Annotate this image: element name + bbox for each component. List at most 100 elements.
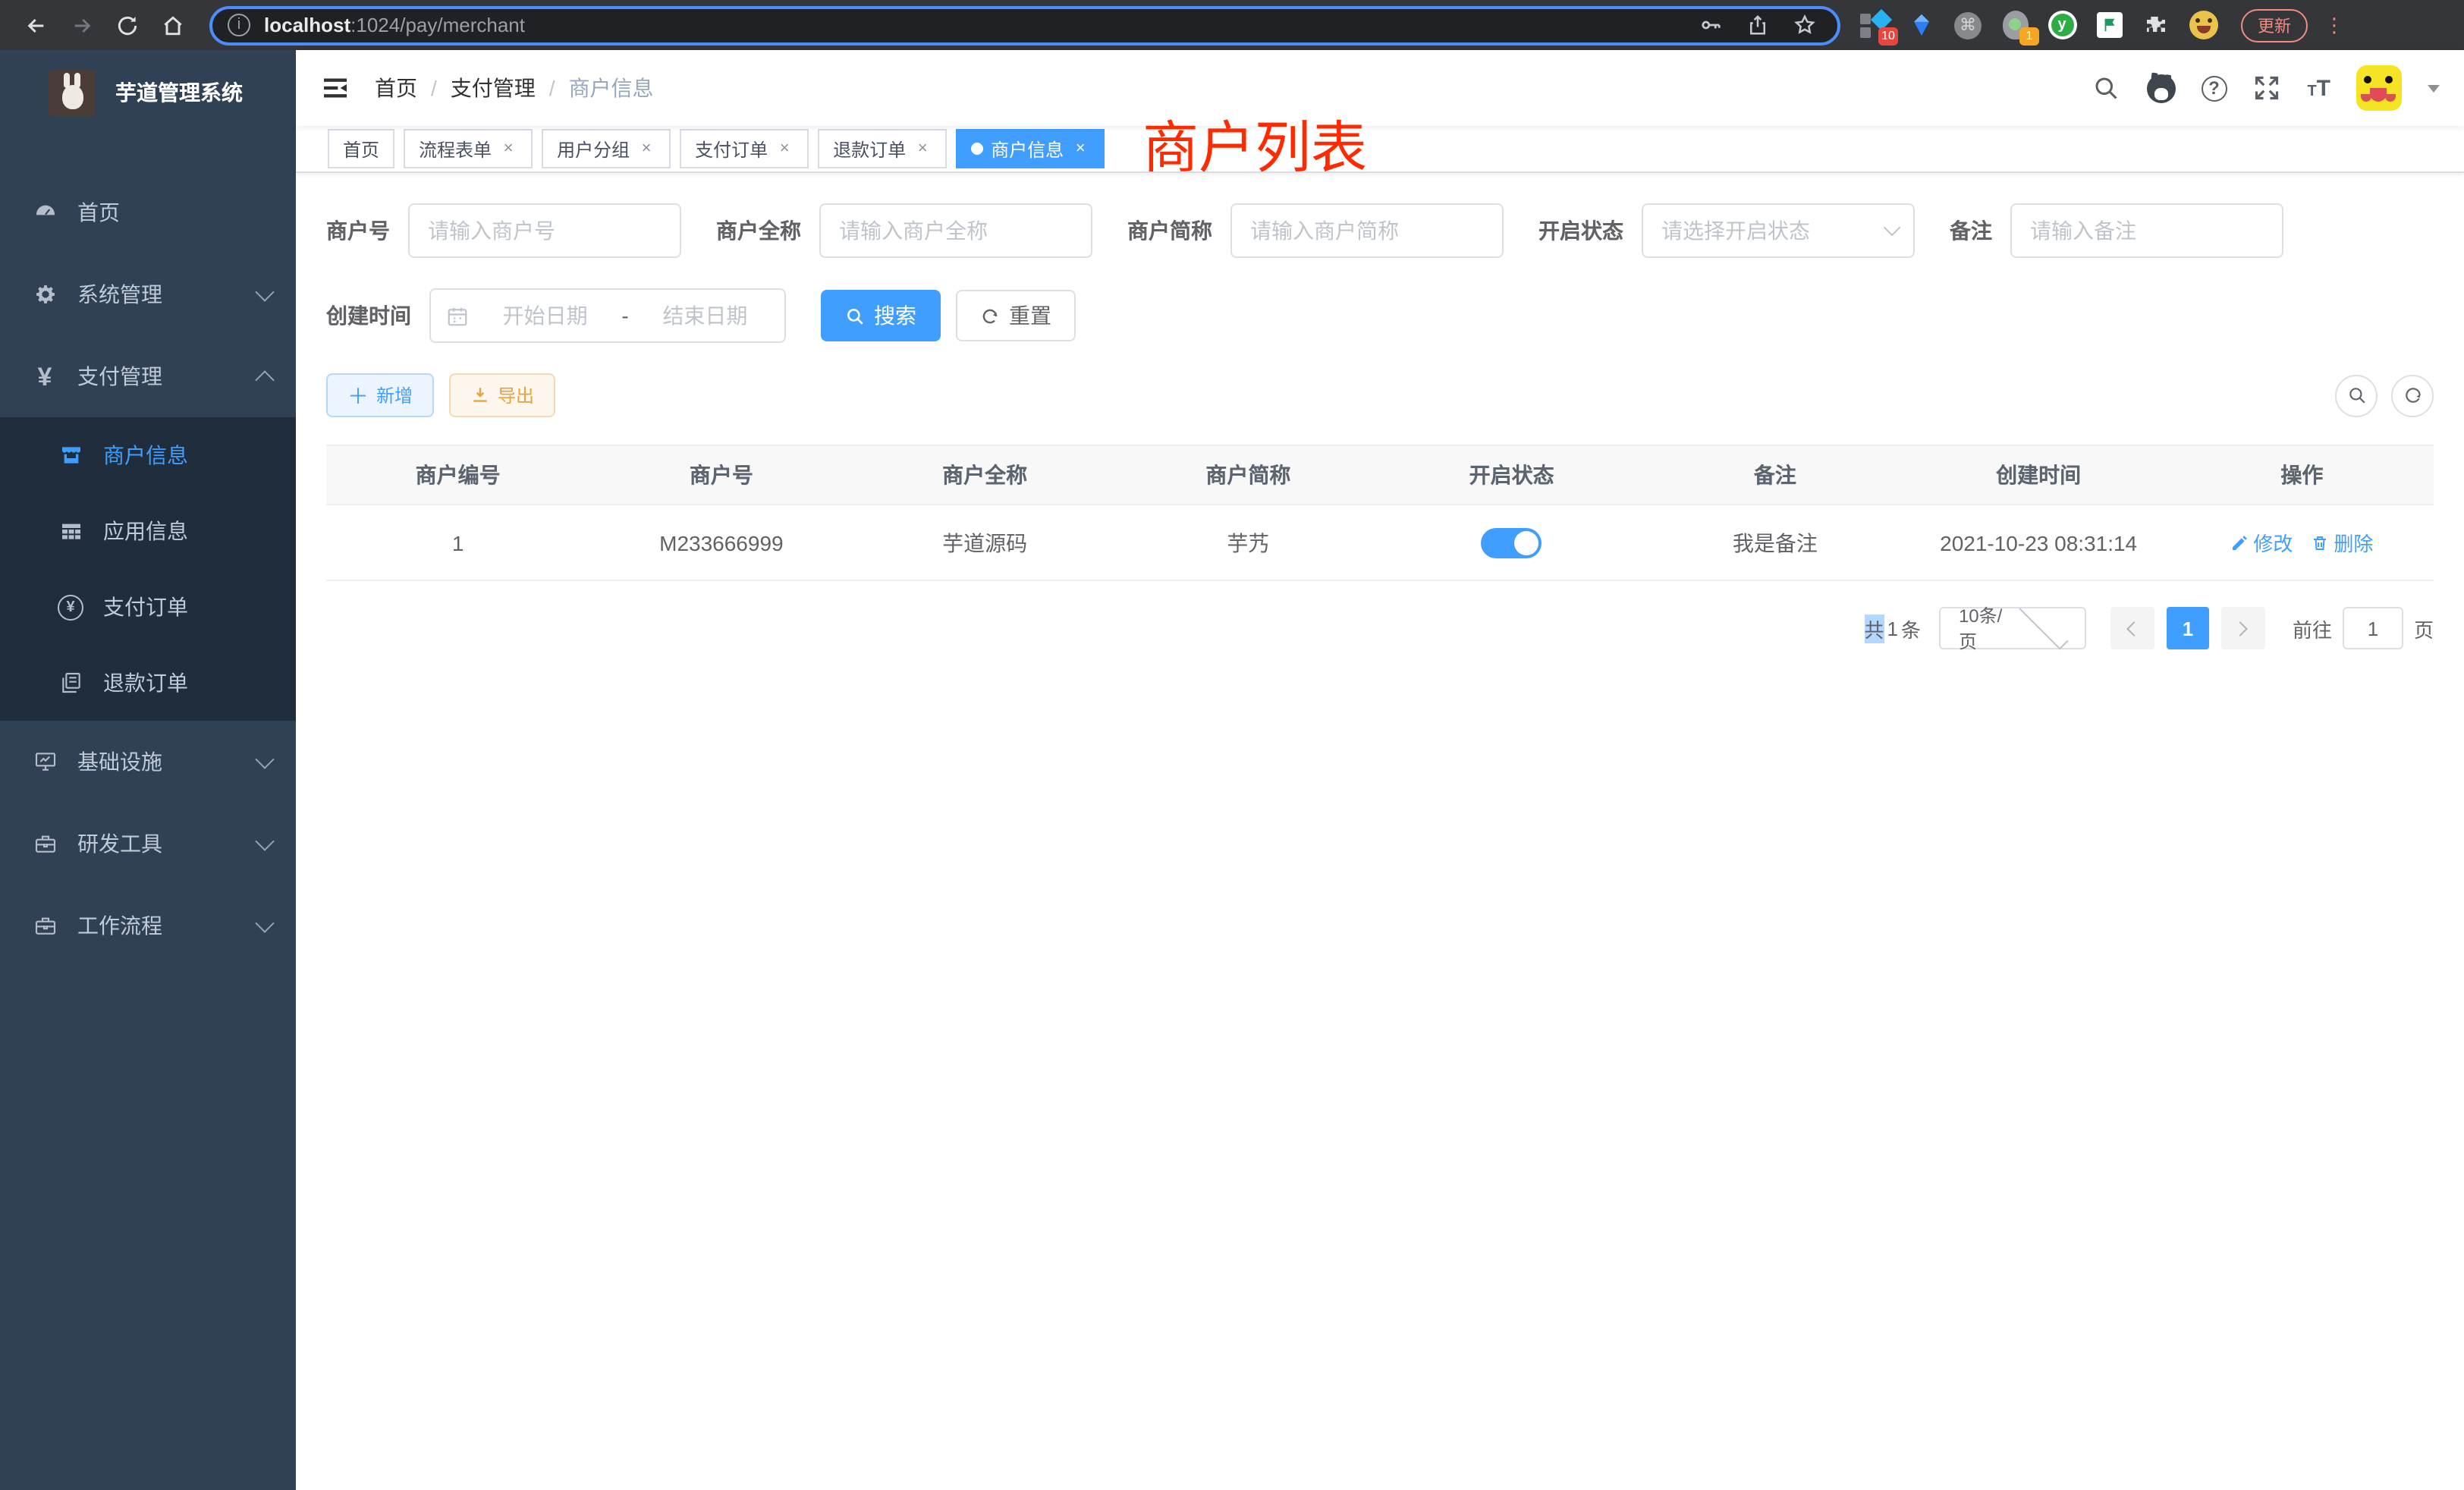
- font-size-icon[interactable]: TT: [2307, 77, 2330, 99]
- fullscreen-icon[interactable]: [2252, 74, 2281, 102]
- yen-circle-icon: ¥: [58, 594, 83, 620]
- pagination-total: 共 1 条: [1864, 614, 1921, 643]
- tab-user-group[interactable]: 用户分组×: [542, 129, 671, 168]
- tab-refund-order[interactable]: 退款订单×: [818, 129, 947, 168]
- user-avatar[interactable]: [2356, 65, 2402, 111]
- hamburger-icon[interactable]: [320, 73, 350, 103]
- close-icon[interactable]: ×: [637, 140, 655, 158]
- filter-status: 开启状态 请选择开启状态: [1538, 203, 1915, 258]
- goto-page-input[interactable]: [2343, 607, 2403, 649]
- breadcrumb-home[interactable]: 首页: [375, 73, 417, 103]
- pagination-goto: 前往 页: [2293, 607, 2434, 649]
- trash-icon: [2311, 533, 2329, 552]
- extension-icon-2[interactable]: [1906, 10, 1936, 40]
- show-search-button[interactable]: [2335, 374, 2378, 417]
- status-select[interactable]: 请选择开启状态: [1642, 203, 1915, 258]
- calendar-icon: [446, 304, 469, 327]
- sidebar-item-pay-order[interactable]: ¥ 支付订单: [0, 569, 296, 645]
- sidebar-item-refund-order[interactable]: 退款订单: [0, 645, 296, 721]
- filter-full-name: 商户全称: [716, 203, 1092, 258]
- sidebar-item-merchant-info[interactable]: 商户信息: [0, 417, 296, 493]
- sidebar-item-home[interactable]: 首页: [0, 171, 296, 253]
- filter-row-2: 创建时间 开始日期 - 结束日期 搜索: [326, 288, 2434, 343]
- tab-pay-order[interactable]: 支付订单×: [680, 129, 809, 168]
- extension-icon-4[interactable]: 1: [2000, 10, 2030, 40]
- browser-menu-icon[interactable]: ⋮: [2324, 13, 2340, 37]
- export-button[interactable]: 导出: [449, 373, 555, 417]
- close-icon[interactable]: ×: [499, 140, 517, 158]
- omnibox-actions: [1699, 14, 1816, 36]
- browser-update-button[interactable]: 更新: [2241, 8, 2308, 42]
- page-size-select[interactable]: 10条/页: [1939, 607, 2086, 649]
- current-page[interactable]: 1: [2167, 607, 2209, 649]
- extension-icon-3[interactable]: ⌘: [1953, 10, 1983, 40]
- extension-icon-5[interactable]: y: [2047, 10, 2077, 40]
- date-range-picker[interactable]: 开始日期 - 结束日期: [429, 288, 786, 343]
- app-logo: [49, 69, 96, 116]
- extension-icon-6[interactable]: [2094, 10, 2124, 40]
- extension-icon-1[interactable]: 10: [1859, 10, 1889, 40]
- address-bar[interactable]: i localhost:1024/pay/merchant: [209, 5, 1840, 45]
- remark-input[interactable]: [2010, 203, 2283, 258]
- table-tools: [2335, 374, 2434, 417]
- add-button[interactable]: ＋ 新增: [326, 373, 434, 417]
- merchant-no-input[interactable]: [408, 203, 681, 258]
- breadcrumb-current: 商户信息: [569, 73, 654, 103]
- annotation-title: 商户列表: [1142, 102, 1367, 184]
- search-icon[interactable]: [2092, 74, 2120, 102]
- help-icon[interactable]: ?: [2201, 75, 2227, 101]
- toolbox-icon: [32, 831, 58, 857]
- shop-icon: [58, 442, 83, 468]
- chevron-up-icon: [255, 370, 274, 389]
- next-page-button[interactable]: [2221, 607, 2265, 649]
- refresh-table-button[interactable]: [2391, 374, 2434, 417]
- extensions-puzzle-icon[interactable]: [2141, 10, 2171, 40]
- status-toggle[interactable]: [1482, 527, 1542, 558]
- close-icon[interactable]: ×: [775, 140, 794, 158]
- table-toolbar: ＋ 新增 导出: [326, 373, 2434, 417]
- share-icon[interactable]: [1746, 14, 1769, 36]
- extensions-area: 10 ⌘ 1 y 更新 ⋮: [1859, 8, 2340, 42]
- edit-link[interactable]: 修改: [2230, 528, 2293, 557]
- breadcrumb: 首页 / 支付管理 / 商户信息: [375, 73, 654, 103]
- close-icon[interactable]: ×: [1071, 140, 1089, 158]
- reset-button[interactable]: 重置: [956, 290, 1076, 341]
- sidebar-item-infra[interactable]: 基础设施: [0, 721, 296, 803]
- short-name-input[interactable]: [1230, 203, 1504, 258]
- tab-process-form[interactable]: 流程表单×: [404, 129, 533, 168]
- grid-icon: [58, 518, 83, 544]
- full-name-input[interactable]: [819, 203, 1092, 258]
- plus-icon: ＋: [347, 385, 369, 406]
- home-icon[interactable]: [158, 10, 188, 40]
- app-navbar: 首页 / 支付管理 / 商户信息 ? TT: [296, 50, 2464, 126]
- sidebar-item-workflow[interactable]: 工作流程: [0, 885, 296, 967]
- bookmark-star-icon[interactable]: [1793, 14, 1816, 36]
- sidebar-item-pay[interactable]: ¥ 支付管理: [0, 335, 296, 417]
- sidebar: 芋道管理系统 首页 系统管理 ¥ 支付管: [0, 50, 296, 1490]
- profile-avatar-icon[interactable]: [2188, 10, 2218, 40]
- sidebar-item-app-info[interactable]: 应用信息: [0, 493, 296, 569]
- delete-link[interactable]: 删除: [2311, 528, 2373, 557]
- prev-page-button[interactable]: [2110, 607, 2154, 649]
- sidebar-item-devtools[interactable]: 研发工具: [0, 803, 296, 885]
- sidebar-item-system[interactable]: 系统管理: [0, 253, 296, 335]
- url-host: localhost: [264, 14, 350, 36]
- key-icon[interactable]: [1699, 14, 1722, 36]
- forward-icon[interactable]: [67, 10, 97, 40]
- avatar-caret-icon[interactable]: [2428, 84, 2440, 92]
- info-icon[interactable]: i: [228, 14, 250, 36]
- back-icon[interactable]: [21, 10, 52, 40]
- breadcrumb-pay[interactable]: 支付管理: [451, 73, 536, 103]
- logo-row[interactable]: 芋道管理系统: [0, 50, 296, 135]
- yen-icon: ¥: [32, 363, 58, 389]
- app-title: 芋道管理系统: [115, 77, 243, 108]
- tab-home[interactable]: 首页: [328, 129, 394, 168]
- reload-icon[interactable]: [112, 10, 143, 40]
- search-button[interactable]: 搜索: [821, 290, 941, 341]
- close-icon[interactable]: ×: [913, 140, 932, 158]
- chevron-down-icon: [255, 281, 274, 300]
- github-icon[interactable]: [2146, 74, 2175, 102]
- dashboard-icon: [32, 200, 58, 225]
- tab-merchant-info[interactable]: 商户信息×: [956, 129, 1105, 168]
- chevron-down-icon: [255, 831, 274, 850]
